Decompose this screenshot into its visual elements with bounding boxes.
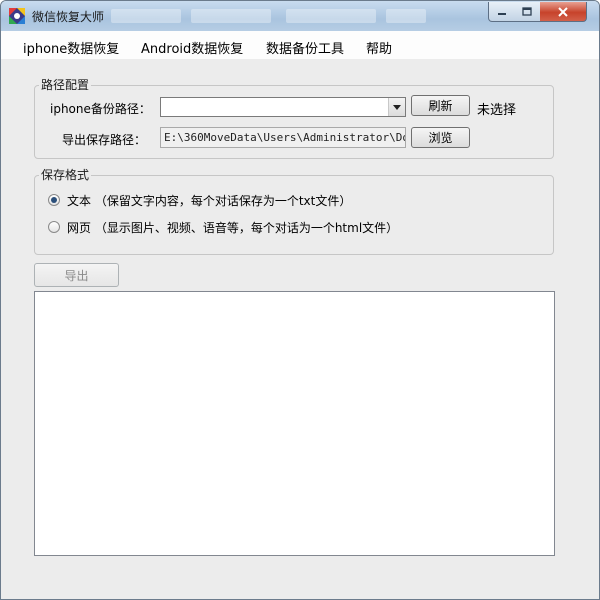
- menu-android-recovery[interactable]: Android数据恢复: [141, 38, 243, 57]
- title-bar[interactable]: 微信恢复大师: [1, 1, 599, 31]
- backup-path-label: iphone备份路径：: [50, 102, 151, 116]
- chevron-down-icon: [393, 104, 401, 110]
- format-text-radio[interactable]: [48, 194, 60, 206]
- dropdown-arrow[interactable]: [388, 98, 405, 116]
- save-format-legend: 保存格式: [39, 166, 92, 183]
- minimize-icon: [498, 12, 506, 15]
- minimize-button[interactable]: [488, 2, 516, 22]
- menu-help[interactable]: 帮助: [366, 38, 392, 57]
- menu-backup-tool[interactable]: 数据备份工具: [266, 38, 344, 57]
- browse-button[interactable]: 浏览: [411, 127, 470, 148]
- close-icon: [558, 6, 568, 17]
- background-blur: [286, 9, 376, 23]
- app-logo-icon: [9, 8, 25, 24]
- background-blur: [191, 9, 271, 23]
- export-path-label: 导出保存路径：: [62, 133, 147, 147]
- export-button[interactable]: 导出: [34, 263, 119, 287]
- app-window: 微信恢复大师 iphone数据恢复 Android数据恢复 数据备份工具 帮助 …: [0, 0, 600, 600]
- background-blur: [386, 9, 426, 23]
- format-html-label[interactable]: 网页 （显示图片、视频、语音等，每个对话为一个html文件）: [67, 219, 398, 236]
- format-html-radio[interactable]: [48, 221, 60, 233]
- maximize-icon: [522, 7, 532, 16]
- menu-bar: iphone数据恢复 Android数据恢复 数据备份工具 帮助: [1, 31, 599, 59]
- log-output-area[interactable]: [34, 291, 555, 556]
- refresh-button[interactable]: 刷新: [411, 95, 470, 116]
- path-config-legend: 路径配置: [39, 76, 92, 93]
- export-path-field[interactable]: E:\360MoveData\Users\Administrator\Docum…: [160, 127, 406, 148]
- window-title: 微信恢复大师: [32, 10, 105, 24]
- save-format-group: [34, 175, 554, 255]
- format-text-label[interactable]: 文本 （保留文字内容，每个对话保存为一个txt文件）: [67, 192, 351, 209]
- backup-status-text: 未选择: [477, 103, 517, 118]
- maximize-button[interactable]: [514, 2, 541, 22]
- close-button[interactable]: [540, 2, 587, 22]
- menu-iphone-recovery[interactable]: iphone数据恢复: [23, 38, 119, 57]
- radio-selected-dot: [51, 197, 57, 203]
- backup-path-select[interactable]: [160, 97, 406, 117]
- background-blur: [111, 9, 181, 23]
